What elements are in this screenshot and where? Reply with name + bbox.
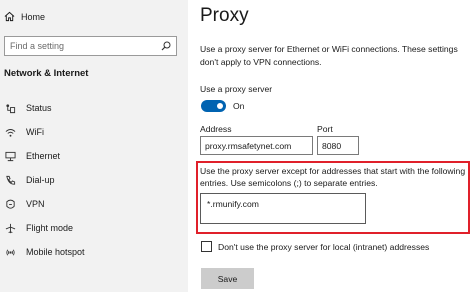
sidebar-item-label: Mobile hotspot [26,247,85,257]
use-proxy-label: Use a proxy server [200,84,273,94]
sidebar-item-status[interactable]: Status [0,96,188,120]
local-bypass-label: Don't use the proxy server for local (in… [218,242,430,252]
proxy-description: Use a proxy server for Ethernet or WiFi … [200,44,458,67]
vpn-icon [6,199,15,209]
address-label: Address [200,124,232,134]
airplane-icon [5,223,16,233]
port-label: Port [317,124,333,134]
wifi-icon [5,128,16,137]
sidebar-item-label: WiFi [26,127,44,137]
exceptions-description: Use the proxy server except for addresse… [200,166,466,188]
sidebar-item-label: Status [26,103,52,113]
home-icon [4,11,15,22]
hotspot-icon [6,249,15,255]
dialup-icon [6,175,16,185]
sidebar-item-label: Flight mode [26,223,74,233]
local-bypass-checkbox[interactable] [201,241,212,252]
sidebar-item-home[interactable]: Home [4,11,45,22]
sidebar-item-vpn[interactable]: VPN [0,192,188,216]
sidebar-item-dialup[interactable]: Dial-up [0,168,188,192]
sidebar-item-wifi[interactable]: WiFi [0,120,188,144]
port-value: 8080 [322,141,342,151]
exceptions-value: *.rmunify.com [207,199,259,209]
sidebar-item-label: Ethernet [26,151,61,161]
section-title: Network & Internet [4,68,89,79]
sidebar: Home Find a setting Network & Internet S… [0,0,188,292]
status-icon [6,103,16,113]
toggle-state-label: On [233,101,245,111]
sidebar-item-label: VPN [26,199,45,209]
address-value: proxy.rmsafetynet.com [205,141,292,151]
sidebar-item-mobile-hotspot[interactable]: Mobile hotspot [0,240,188,264]
search-icon[interactable] [161,41,171,51]
ethernet-icon [5,151,16,161]
toggle-knob [217,103,223,109]
page-title: Proxy [200,5,249,26]
use-proxy-toggle[interactable] [201,100,226,112]
sidebar-home-label: Home [21,11,46,22]
exceptions-field[interactable]: *.rmunify.com [200,193,366,224]
search-input[interactable]: Find a setting [4,36,177,56]
port-field[interactable]: 8080 [317,136,359,155]
sidebar-item-label: Dial-up [26,175,55,185]
main-panel: Proxy Use a proxy server for Ethernet or… [188,0,474,292]
address-field[interactable]: proxy.rmsafetynet.com [200,136,313,155]
sidebar-item-ethernet[interactable]: Ethernet [0,144,188,168]
search-placeholder: Find a setting [10,41,65,51]
save-button[interactable]: Save [201,268,254,289]
sidebar-item-flight-mode[interactable]: Flight mode [0,216,188,240]
